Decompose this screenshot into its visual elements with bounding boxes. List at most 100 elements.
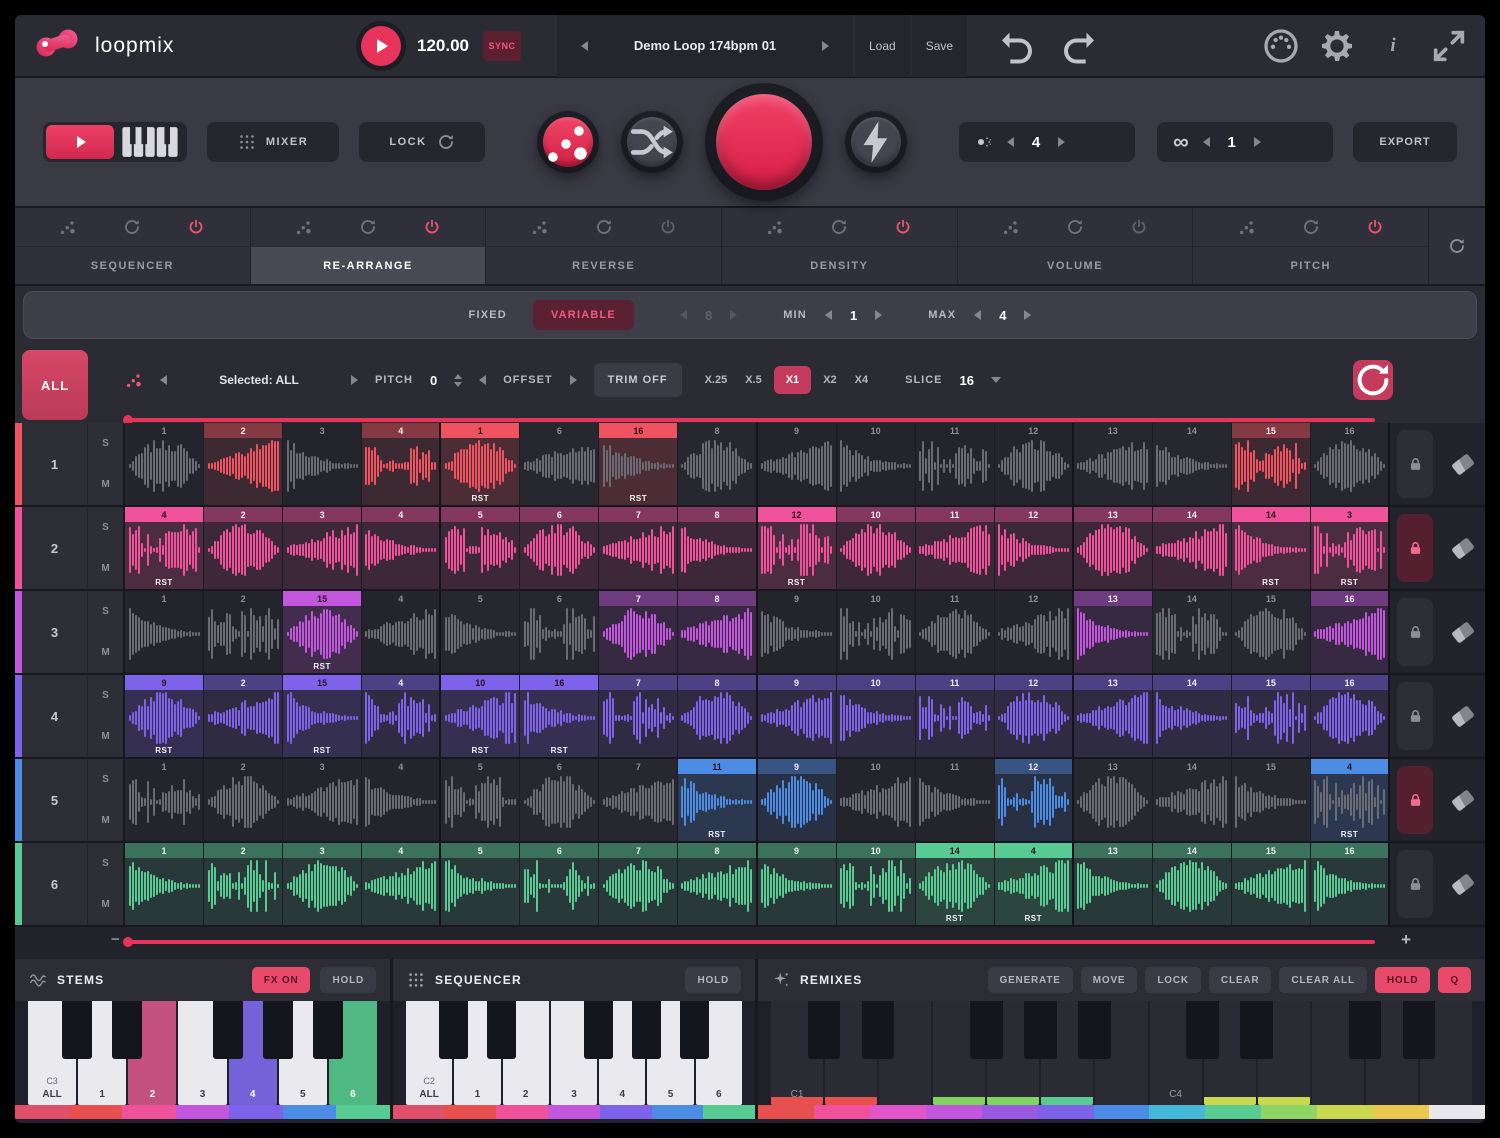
speed-option-x4[interactable]: X4	[849, 366, 874, 394]
power-icon[interactable]	[1130, 218, 1148, 236]
track-lock-button[interactable]	[1397, 766, 1433, 834]
step-cell-2-14[interactable]: 14	[1153, 507, 1232, 589]
module-tab-sequencer[interactable]: SEQUENCER	[15, 208, 251, 284]
step-cell-2-8[interactable]: 8	[678, 507, 757, 589]
mute-button[interactable]: M	[88, 884, 123, 925]
remix-hold-button[interactable]: HOLD	[1375, 967, 1431, 993]
module-tab-reverse[interactable]: REVERSE	[486, 208, 722, 284]
step-cell-6-14[interactable]: 14	[1153, 843, 1232, 925]
piano-black-key[interactable]	[1349, 1001, 1381, 1059]
step-cell-1-15[interactable]: 15	[1232, 423, 1311, 505]
step-cell-6-3[interactable]: 3	[283, 843, 362, 925]
step-cell-5-12[interactable]: 12	[995, 759, 1074, 841]
randomize-knob[interactable]	[543, 117, 593, 167]
step-cell-1-16[interactable]: 16	[1311, 423, 1390, 505]
step-cell-1-14[interactable]: 14	[1153, 423, 1232, 505]
step-cell-6-9[interactable]: 9	[758, 843, 837, 925]
piano-black-key[interactable]	[862, 1001, 894, 1059]
piano-black-key[interactable]	[808, 1001, 840, 1059]
track-lock-button[interactable]	[1397, 514, 1433, 582]
random-icon[interactable]	[295, 218, 313, 236]
playhead-bar[interactable]	[125, 418, 1375, 422]
slice-dropdown-icon[interactable]	[991, 377, 1001, 383]
resize-icon[interactable]	[1429, 26, 1469, 66]
step-cell-3-3[interactable]: 15RST	[283, 591, 362, 673]
step-cell-6-10[interactable]: 10	[837, 843, 916, 925]
piano-black-key[interactable]	[1240, 1001, 1272, 1059]
step-cell-2-3[interactable]: 3	[283, 507, 362, 589]
step-cell-4-1[interactable]: 9RST	[125, 675, 204, 757]
step-cell-4-13[interactable]: 13	[1074, 675, 1153, 757]
random-icon[interactable]	[1002, 218, 1020, 236]
step-cell-1-12[interactable]: 12	[995, 423, 1074, 505]
trim-toggle-button[interactable]: TRIM OFF	[594, 363, 682, 397]
zoom-in-button[interactable]: +	[1401, 930, 1411, 950]
step-cell-6-15[interactable]: 15	[1232, 843, 1311, 925]
remix-move-button[interactable]: MOVE	[1081, 967, 1138, 993]
refresh-icon[interactable]	[359, 218, 377, 236]
export-button[interactable]: EXPORT	[1353, 122, 1457, 162]
step-cell-4-14[interactable]: 14	[1153, 675, 1232, 757]
module-tab-volume[interactable]: VOLUME	[958, 208, 1194, 284]
bpm-display[interactable]: 120.00	[417, 36, 469, 56]
module-tab-re-arrange[interactable]: RE-ARRANGE	[251, 208, 487, 284]
solo-button[interactable]: S	[88, 423, 123, 464]
step-cell-1-8[interactable]: 8	[678, 423, 757, 505]
selected-display[interactable]: Selected: ALL	[184, 373, 334, 387]
track-lock-button[interactable]	[1397, 682, 1433, 750]
step-cell-4-8[interactable]: 8	[678, 675, 757, 757]
sync-button[interactable]: SYNC	[483, 31, 521, 61]
steps-prev-icon[interactable]	[680, 310, 687, 320]
step-cell-3-12[interactable]: 12	[995, 591, 1074, 673]
step-cell-2-1[interactable]: 4RST	[125, 507, 204, 589]
solo-button[interactable]: S	[88, 675, 123, 716]
step-cell-5-13[interactable]: 13	[1074, 759, 1153, 841]
step-cell-6-8[interactable]: 8	[678, 843, 757, 925]
track-erase-button[interactable]	[1445, 682, 1481, 750]
speed-option-x1[interactable]: X1	[774, 366, 811, 394]
refresh-icon[interactable]	[595, 218, 613, 236]
step-cell-1-6[interactable]: 6	[520, 423, 599, 505]
mixer-button[interactable]: MIXER	[207, 122, 339, 162]
step-cell-2-2[interactable]: 2	[204, 507, 283, 589]
selected-prev-icon[interactable]	[160, 375, 167, 385]
variation-next-icon[interactable]	[1058, 137, 1065, 147]
remix-clear-button[interactable]: CLEAR	[1209, 967, 1271, 993]
loop-range-bar[interactable]	[125, 940, 1375, 944]
pitch-stepper[interactable]	[454, 374, 462, 387]
step-cell-1-1[interactable]: 1	[125, 423, 204, 505]
step-cell-5-1[interactable]: 1	[125, 759, 204, 841]
trigger-knob[interactable]	[851, 117, 901, 167]
step-cell-1-9[interactable]: 9	[758, 423, 837, 505]
module-tab-pitch[interactable]: PITCH	[1193, 208, 1429, 284]
mute-button[interactable]: M	[88, 548, 123, 589]
track-lock-button[interactable]	[1397, 850, 1433, 918]
modules-refresh-button[interactable]	[1429, 208, 1485, 284]
step-cell-4-16[interactable]: 16	[1311, 675, 1390, 757]
piano-black-key[interactable]	[584, 1001, 613, 1059]
refresh-icon[interactable]	[830, 218, 848, 236]
selected-next-icon[interactable]	[351, 375, 358, 385]
track-lock-button[interactable]	[1397, 430, 1433, 498]
midi-icon[interactable]	[1261, 26, 1301, 66]
step-cell-3-16[interactable]: 16	[1311, 591, 1390, 673]
step-cell-6-4[interactable]: 4	[362, 843, 441, 925]
piano-black-key[interactable]	[213, 1001, 243, 1059]
piano-black-key[interactable]	[632, 1001, 661, 1059]
step-cell-3-5[interactable]: 5	[441, 591, 520, 673]
loop-view-button[interactable]	[46, 125, 114, 159]
step-cell-5-15[interactable]: 15	[1232, 759, 1311, 841]
step-cell-4-5[interactable]: 10RST	[441, 675, 520, 757]
keys-view-button[interactable]	[116, 125, 184, 159]
step-cell-1-7[interactable]: 16RST	[599, 423, 678, 505]
undo-icon[interactable]	[997, 26, 1037, 66]
step-cell-6-13[interactable]: 13	[1074, 843, 1153, 925]
module-tab-label[interactable]: SEQUENCER	[15, 247, 250, 284]
variation-prev-icon[interactable]	[1007, 137, 1014, 147]
step-cell-2-16[interactable]: 3RST	[1311, 507, 1390, 589]
randomize-selection-icon[interactable]	[125, 371, 143, 389]
step-cell-2-15[interactable]: 14RST	[1232, 507, 1311, 589]
max-prev-icon[interactable]	[974, 310, 981, 320]
steps-next-icon[interactable]	[730, 310, 737, 320]
step-cell-1-5[interactable]: 1RST	[441, 423, 520, 505]
